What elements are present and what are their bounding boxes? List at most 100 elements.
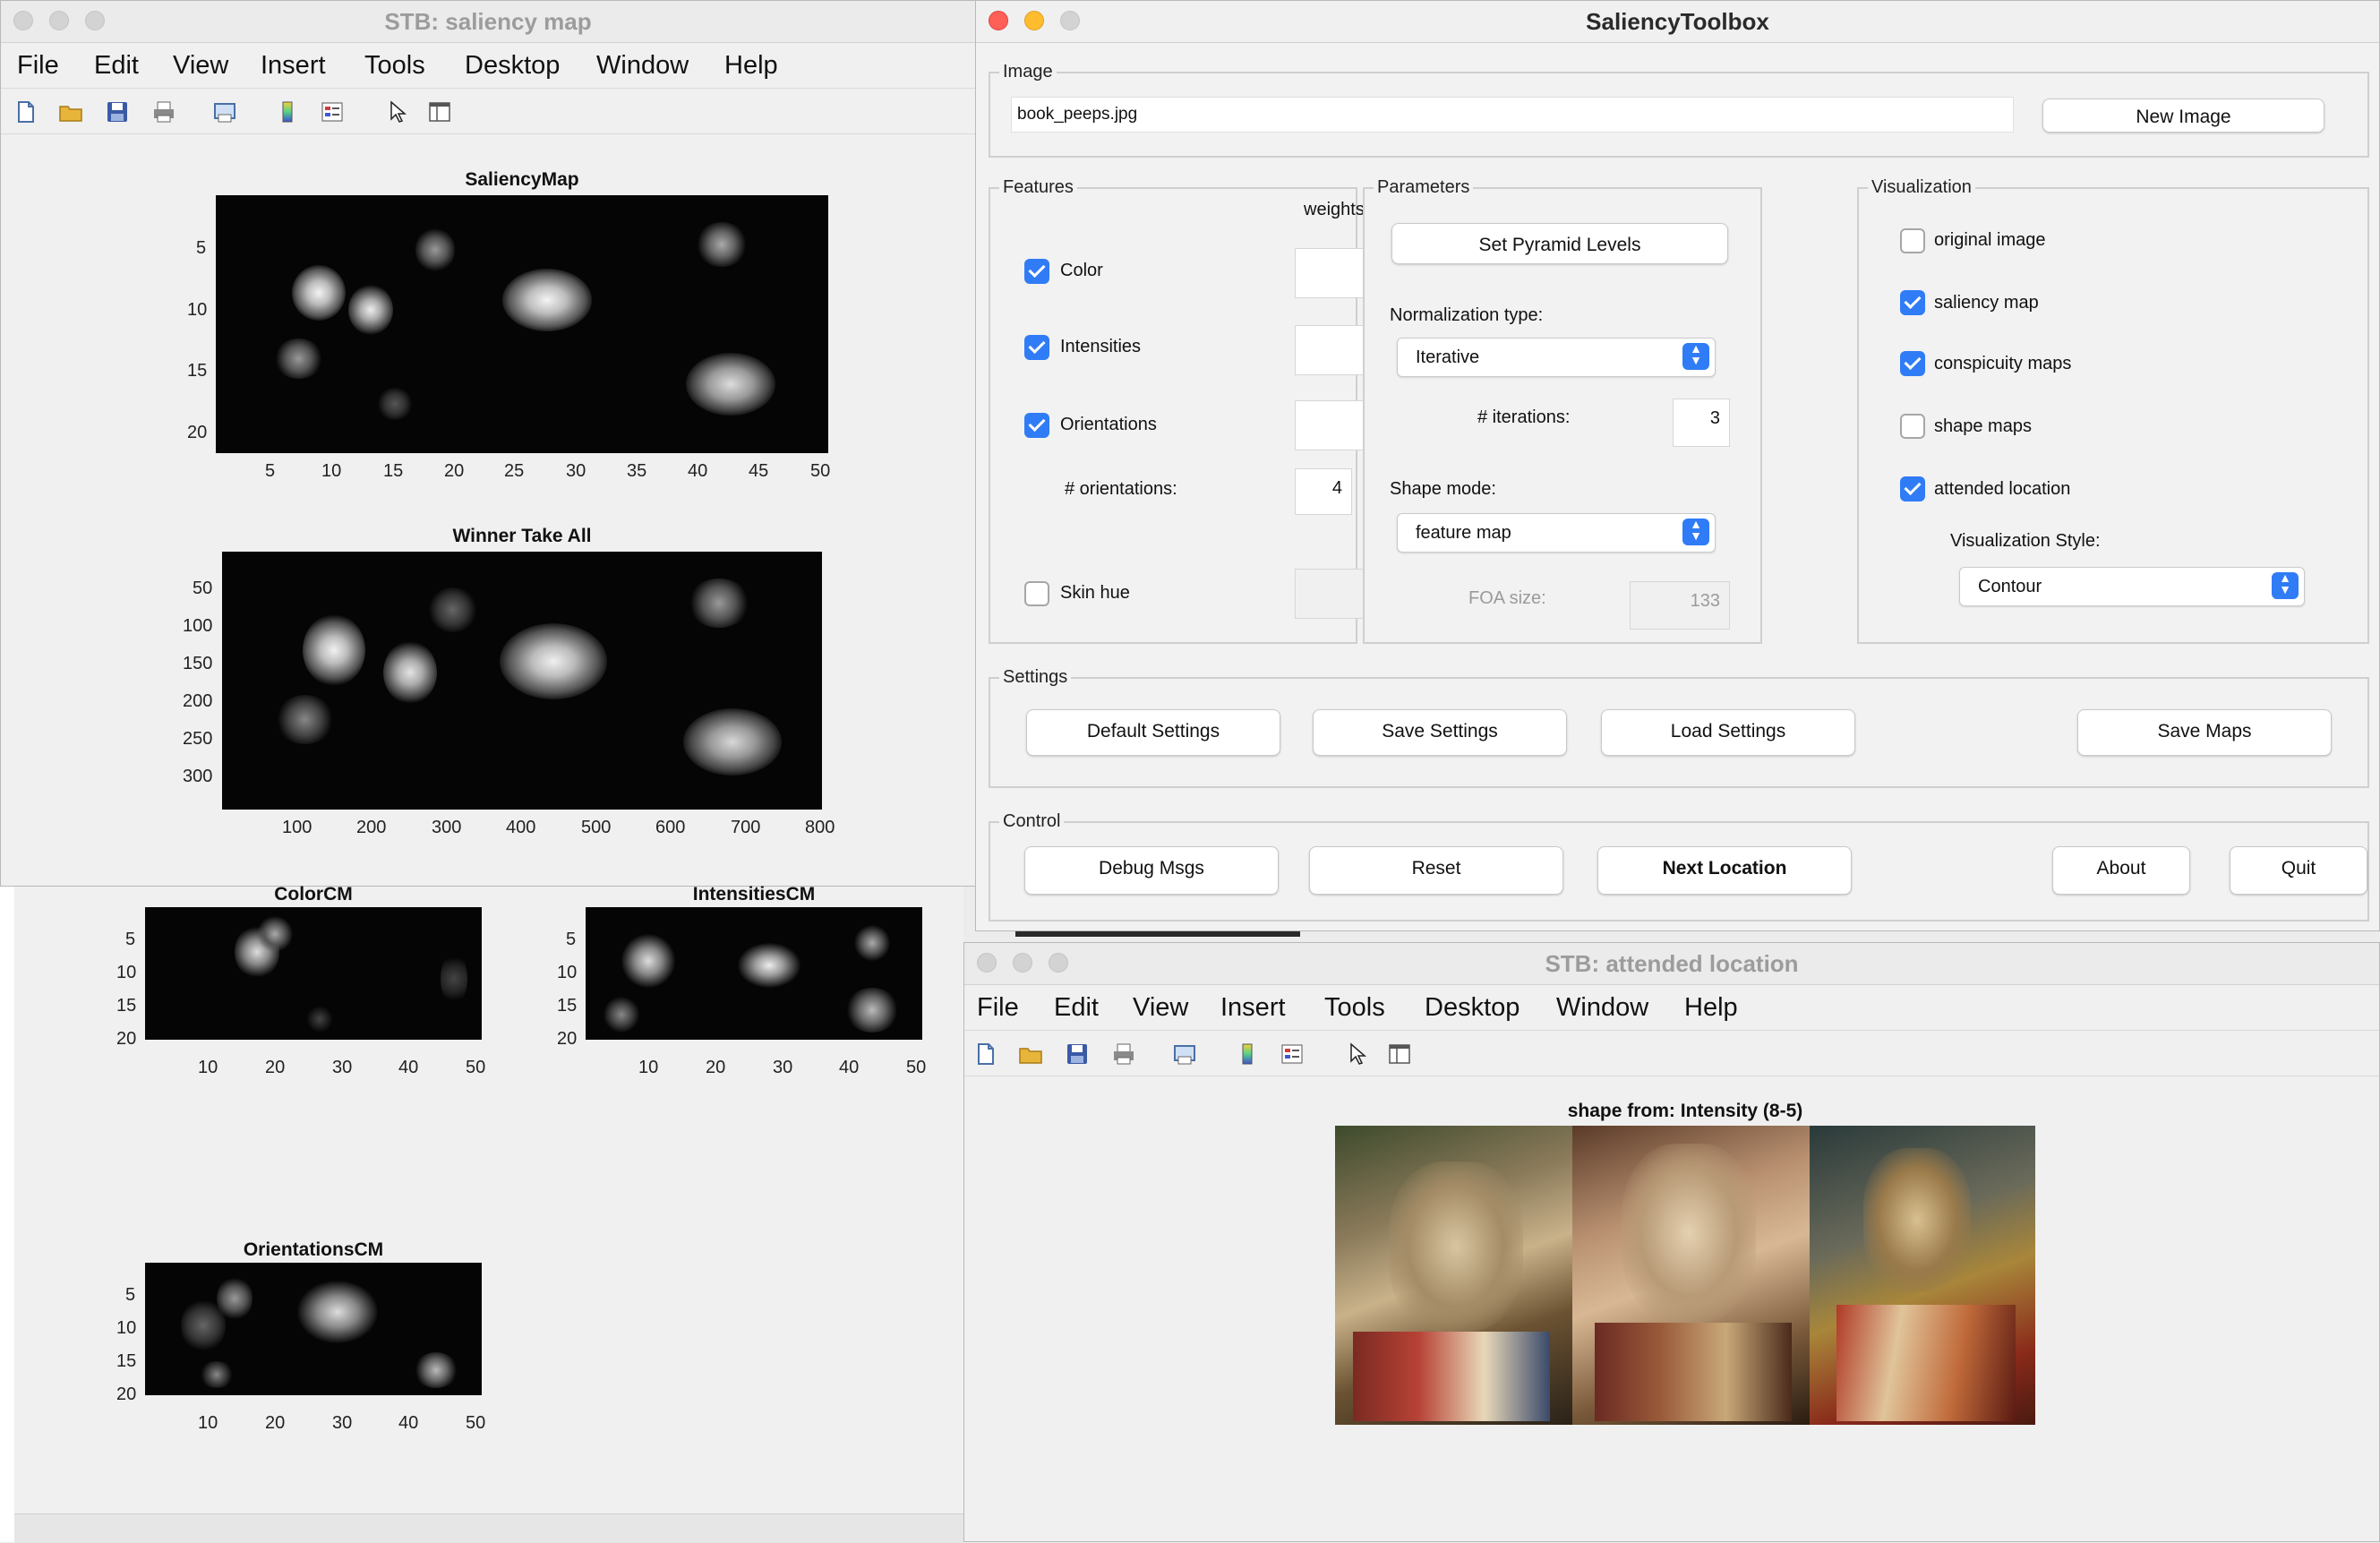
menu-help[interactable]: Help [1684,993,1738,1023]
image-panel-label: Image [999,62,1057,82]
menu-desktop[interactable]: Desktop [1425,993,1520,1023]
settings-panel-label: Settings [999,667,1072,688]
print-preview-icon[interactable] [212,99,237,124]
color-checkbox[interactable] [1024,259,1049,284]
num-orientations-label: # orientations: [1065,479,1177,499]
colorbar-icon[interactable] [275,99,300,124]
property-editor-icon[interactable] [427,99,452,124]
stepper-arrows-icon: ▲ ▼ [1682,342,1709,370]
pointer-icon[interactable] [384,99,409,124]
quit-button[interactable]: Quit [2230,846,2367,895]
new-file-icon[interactable] [13,99,39,124]
y-tick: 20 [116,1384,137,1404]
y-tick: 10 [116,1318,137,1338]
menu-insert[interactable]: Insert [261,51,326,81]
shape-mode-select[interactable]: feature map ▲ ▼ [1397,513,1716,553]
x-tick: 40 [398,1413,419,1433]
x-tick: 20 [265,1058,286,1077]
menu-file[interactable]: File [17,51,59,81]
menu-desktop[interactable]: Desktop [465,51,560,81]
background-bottom-bar [14,1513,963,1543]
menu-view[interactable]: View [1133,993,1188,1023]
save-icon[interactable] [1065,1042,1090,1067]
open-folder-icon[interactable] [1018,1042,1043,1067]
saliency-toolbox-window: SaliencyToolbox Image book_peeps.jpg New… [975,0,2380,931]
colorbar-icon[interactable] [1235,1042,1260,1067]
new-image-button[interactable]: New Image [2042,99,2324,133]
title-bar: STB: saliency map [1,1,975,43]
conspicuity-maps-checkbox[interactable] [1900,351,1925,376]
open-folder-icon[interactable] [58,99,83,124]
y-tick: 200 [183,691,213,711]
attended-location-checkbox[interactable] [1900,476,1925,501]
save-settings-button[interactable]: Save Settings [1313,709,1567,756]
shape-maps-checkbox[interactable] [1900,414,1925,439]
saliency-map-label: saliency map [1934,293,2039,313]
saliency-map-title: SaliencyMap [465,169,579,190]
saliency-map-image [216,195,828,453]
orientations-checkbox[interactable] [1024,413,1049,438]
pointer-icon[interactable] [1344,1042,1369,1067]
menu-help[interactable]: Help [724,51,778,81]
skin-hue-checkbox[interactable] [1024,581,1049,606]
print-icon[interactable] [151,99,176,124]
load-settings-button[interactable]: Load Settings [1601,709,1855,756]
x-tick: 45 [749,461,769,481]
about-button[interactable]: About [2052,846,2190,895]
menu-window[interactable]: Window [1556,993,1648,1023]
set-pyramid-levels-button[interactable]: Set Pyramid Levels [1391,223,1728,264]
orientations-label: Orientations [1060,415,1157,434]
y-tick: 150 [183,654,213,673]
control-panel-label: Control [999,811,1065,832]
menu-insert[interactable]: Insert [1220,993,1286,1023]
legend-icon[interactable] [1280,1042,1305,1067]
intensities-checkbox[interactable] [1024,335,1049,360]
x-tick: 15 [383,461,404,481]
save-icon[interactable] [105,99,130,124]
y-tick: 20 [187,423,208,442]
y-tick: 20 [557,1029,578,1049]
menu-view[interactable]: View [173,51,228,81]
y-tick: 20 [116,1029,137,1049]
property-editor-icon[interactable] [1387,1042,1412,1067]
shape-mode-label: Shape mode: [1390,479,1496,499]
menu-tools[interactable]: Tools [1324,993,1385,1023]
normalization-type-select[interactable]: Iterative ▲ ▼ [1397,338,1716,377]
reset-button[interactable]: Reset [1309,846,1563,895]
menu-edit[interactable]: Edit [94,51,139,81]
num-orientations-input[interactable]: 4 [1295,468,1352,515]
original-image-checkbox[interactable] [1900,228,1925,253]
background-window-strip [0,887,15,1542]
x-tick: 700 [731,818,761,837]
x-tick: 5 [265,461,276,481]
legend-icon[interactable] [320,99,345,124]
next-location-button[interactable]: Next Location [1597,846,1852,895]
iterations-input[interactable]: 3 [1673,399,1730,447]
figure-toolbar [964,1031,2379,1076]
image-filename-field[interactable]: book_peeps.jpg [1011,97,2014,133]
y-tick: 10 [116,963,137,982]
menu-tools[interactable]: Tools [364,51,425,81]
print-preview-icon[interactable] [1172,1042,1197,1067]
debug-msgs-button[interactable]: Debug Msgs [1024,846,1279,895]
saliency-map-checkbox[interactable] [1900,290,1925,315]
winner-take-all-image [222,552,822,810]
save-maps-button[interactable]: Save Maps [2077,709,2332,756]
figure-toolbar [1,89,975,134]
y-tick: 250 [183,729,213,749]
visualization-style-select[interactable]: Contour ▲ ▼ [1959,567,2305,606]
print-icon[interactable] [1111,1042,1136,1067]
menu-bar: File Edit View Insert Tools Desktop Wind… [964,985,2379,1031]
default-settings-button[interactable]: Default Settings [1026,709,1280,756]
x-tick: 200 [356,818,387,837]
menu-edit[interactable]: Edit [1054,993,1099,1023]
new-file-icon[interactable] [973,1042,998,1067]
color-cm-image [145,907,482,1040]
menu-file[interactable]: File [977,993,1019,1023]
menu-window[interactable]: Window [596,51,689,81]
intensities-label: Intensities [1060,337,1142,356]
conspicuity-maps-label: conspicuity maps [1934,354,2072,373]
x-tick: 40 [398,1058,419,1077]
x-tick: 50 [466,1413,486,1433]
stepper-arrows-icon: ▲ ▼ [1682,518,1709,545]
